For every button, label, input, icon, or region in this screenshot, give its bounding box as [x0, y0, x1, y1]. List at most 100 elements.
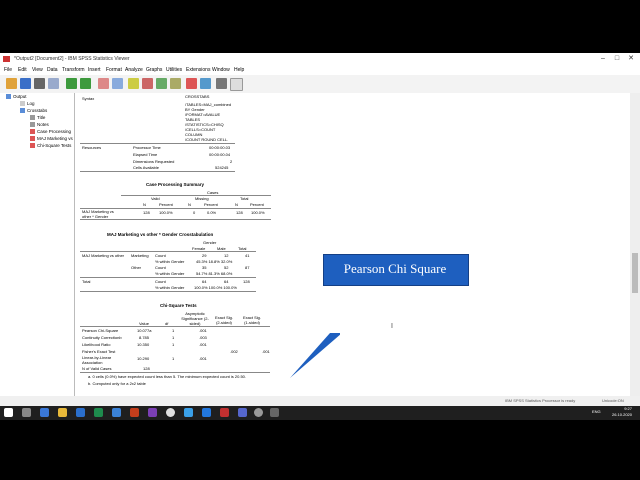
system-clock[interactable]: 9:27 26.10.2020 — [612, 406, 632, 418]
row-stat: % within Gender — [155, 271, 185, 276]
goto-case-icon[interactable] — [142, 78, 153, 89]
log-icon — [20, 101, 25, 107]
search-icon[interactable] — [22, 408, 31, 417]
tree-item-title[interactable]: Title — [30, 115, 45, 121]
cell: 128 — [143, 210, 150, 215]
recorder-icon[interactable] — [254, 408, 263, 417]
cell: .001 — [199, 342, 207, 347]
maximize-button[interactable]: □ — [610, 53, 624, 65]
dialog-recall-icon[interactable] — [170, 78, 181, 89]
table-icon[interactable] — [200, 78, 211, 89]
menu-transform[interactable]: Transform — [62, 65, 85, 75]
notes-icon — [30, 122, 35, 128]
menu-graphs[interactable]: Graphs — [146, 65, 162, 75]
taskbar: 9:27 26.10.2020 ENG — [0, 406, 640, 420]
spss-viewer-window: *Output2 [Document2] - IBM SPSS Statisti… — [0, 53, 640, 406]
mail-icon[interactable] — [112, 408, 121, 417]
scroll-thumb[interactable] — [632, 253, 638, 293]
file-explorer-icon[interactable] — [58, 408, 67, 417]
app-icon[interactable] — [202, 408, 211, 417]
powerpoint-icon[interactable] — [130, 408, 139, 417]
variables-icon[interactable] — [156, 78, 167, 89]
menu-format[interactable]: Format — [106, 65, 122, 75]
close-button[interactable]: ✕ — [624, 53, 638, 65]
outline-pane: Output Log Crosstabs Title Notes Case Pr… — [0, 93, 75, 406]
export-icon[interactable] — [48, 78, 59, 89]
col-header: N — [143, 202, 146, 207]
gender-header: Gender — [203, 240, 217, 245]
menu-analyze[interactable]: Analyze — [125, 65, 143, 75]
crosstabs-icon — [20, 108, 25, 114]
redo-icon[interactable] — [112, 78, 123, 89]
test-label: Fisher's Exact Test — [82, 349, 116, 354]
output-icon — [6, 94, 11, 100]
designate-window-icon[interactable] — [230, 78, 243, 91]
col-header: Exact Sig. (1-sided) — [242, 315, 261, 325]
col-header: Percent — [159, 202, 173, 207]
excel-icon[interactable] — [94, 408, 103, 417]
goto-data-icon[interactable] — [128, 78, 139, 89]
tree-item-output[interactable]: Output — [6, 94, 27, 100]
tree-item-notes[interactable]: Notes — [30, 122, 49, 128]
tree-item-crosstabs[interactable]: Crosstabs — [20, 108, 47, 114]
vertical-scrollbar[interactable] — [630, 93, 640, 406]
resource-value: 2 — [230, 159, 233, 164]
promote-icon[interactable] — [216, 78, 227, 89]
menu-view[interactable]: View — [32, 65, 43, 75]
callout-text: Pearson Chi Square — [343, 261, 447, 276]
row-stat: Count — [155, 279, 166, 284]
tree-item-chi-square[interactable]: Chi-Square Tests — [30, 143, 71, 149]
menu-data[interactable]: Data — [47, 65, 58, 75]
save-icon[interactable] — [20, 78, 31, 89]
chart-icon[interactable] — [186, 78, 197, 89]
col-header: Percent — [204, 202, 218, 207]
cell: 100.0% — [159, 210, 173, 215]
windows-start-icon[interactable] — [4, 408, 13, 417]
letterbox-top — [0, 0, 640, 53]
cell: 1 — [172, 356, 175, 361]
word-icon[interactable] — [76, 408, 85, 417]
test-label: Pearson Chi-Square — [82, 328, 119, 333]
cell: 64 — [202, 279, 207, 284]
back-icon[interactable] — [66, 78, 77, 89]
menu-help[interactable]: Help — [234, 65, 244, 75]
open-icon[interactable] — [6, 78, 17, 89]
undo-icon[interactable] — [98, 78, 109, 89]
forward-icon[interactable] — [80, 78, 91, 89]
app-icon[interactable] — [220, 408, 229, 417]
letterbox-bottom — [0, 420, 640, 480]
menu-utilities[interactable]: Utilities — [166, 65, 182, 75]
cell: .001 — [199, 328, 207, 333]
row-category: Total — [82, 279, 91, 284]
spss-taskbar-icon[interactable] — [238, 408, 247, 417]
chrome-icon[interactable] — [166, 408, 175, 417]
app-icon[interactable] — [270, 408, 279, 417]
tree-item-case-processing[interactable]: Case Processing — [30, 129, 71, 135]
menu-window[interactable]: Window — [212, 65, 230, 75]
menu-insert[interactable]: Insert — [88, 65, 101, 75]
test-label: Continuity Correctionb — [82, 335, 122, 340]
menu-bar: File Edit View Data Transform Insert For… — [0, 65, 640, 75]
tree-item-log[interactable]: Log — [20, 101, 35, 107]
syntax-line: CROSSTABS — [185, 94, 210, 99]
menu-file[interactable]: File — [4, 65, 12, 75]
divider — [80, 143, 235, 144]
callout-arrow — [290, 333, 340, 378]
teams-icon[interactable] — [148, 408, 157, 417]
output-content: Syntax CROSSTABS /TABLES=MAJ_combined BY… — [75, 93, 630, 406]
cell: 128 — [143, 366, 150, 371]
language-indicator[interactable]: ENG — [592, 409, 601, 414]
status-text: IBM SPSS Statistics Processor is ready — [505, 398, 576, 403]
minimize-button[interactable]: – — [596, 53, 610, 65]
row-stat: % within Gender — [155, 259, 185, 264]
divider — [80, 171, 235, 172]
menu-edit[interactable]: Edit — [18, 65, 27, 75]
cell: 29 — [202, 253, 207, 258]
menu-extensions[interactable]: Extensions — [186, 65, 210, 75]
row-stat: % within Gender — [155, 285, 185, 290]
edge-icon[interactable] — [40, 408, 49, 417]
tree-item-maj-marketing[interactable]: MAJ Marketing vs — [30, 136, 73, 142]
app-icon[interactable] — [184, 408, 193, 417]
print-icon[interactable] — [34, 78, 45, 89]
cell: .003 — [199, 335, 207, 340]
